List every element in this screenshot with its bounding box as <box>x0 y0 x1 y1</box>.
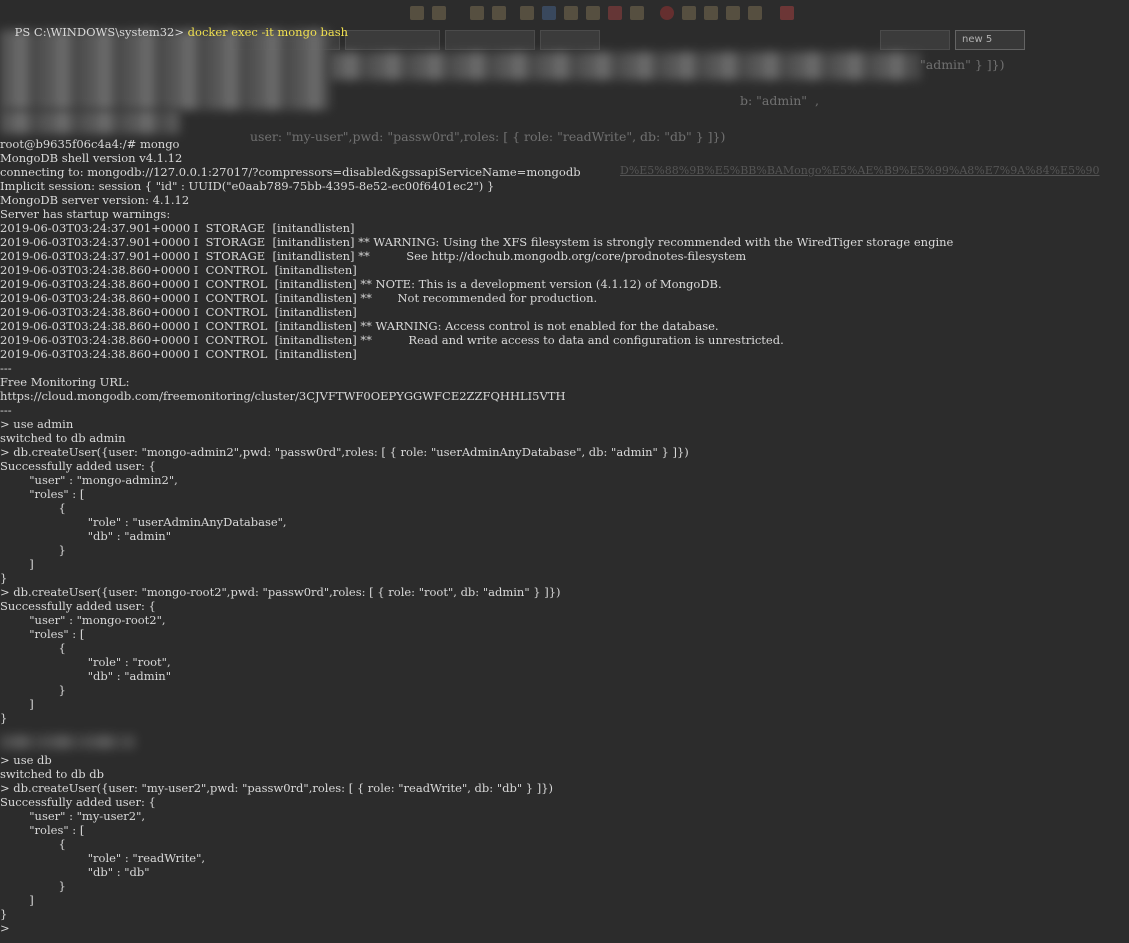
terminal-line-prompt: PS C:\WINDOWS\system32> docker exec -it … <box>0 11 348 39</box>
redacted-region <box>330 52 920 80</box>
terminal-line: 2019-06-03T03:24:37.901+0000 I STORAGE [… <box>0 235 954 249</box>
ghost-text: b: "admin" , <box>740 93 819 108</box>
terminal-line: { <box>0 641 66 655</box>
terminal-line: ] <box>0 697 34 711</box>
terminal-line: 2019-06-03T03:24:38.860+0000 I CONTROL [… <box>0 347 357 361</box>
terminal-line: 2019-06-03T03:24:37.901+0000 I STORAGE [… <box>0 221 355 235</box>
toolbar-icon <box>608 6 622 20</box>
terminal-line: 2019-06-03T03:24:38.860+0000 I CONTROL [… <box>0 333 784 347</box>
terminal-line: "role" : "readWrite", <box>0 851 206 865</box>
terminal-line: } <box>0 879 66 893</box>
tab-label: new 5 <box>962 34 993 45</box>
toolbar-icon <box>492 6 506 20</box>
redacted-region <box>0 735 135 749</box>
terminal-line: } <box>0 683 66 697</box>
toolbar-icon <box>542 6 556 20</box>
terminal-line: switched to db db <box>0 767 105 781</box>
redacted-region <box>0 30 330 110</box>
terminal-line: 2019-06-03T03:24:38.860+0000 I CONTROL [… <box>0 277 722 291</box>
terminal-line: connecting to: mongodb://127.0.0.1:27017… <box>0 165 581 179</box>
terminal-line: > db.createUser({user: "mongo-admin2",pw… <box>0 445 689 459</box>
terminal-line: > db.createUser({user: "mongo-root2",pwd… <box>0 585 561 599</box>
terminal-line: 2019-06-03T03:24:37.901+0000 I STORAGE [… <box>0 249 747 263</box>
terminal-line: ] <box>0 893 34 907</box>
toolbar-icon <box>682 6 696 20</box>
background-tab <box>880 30 950 50</box>
toolbar-icon <box>726 6 740 20</box>
background-tab <box>445 30 535 50</box>
terminal-line: --- <box>0 403 12 417</box>
ghost-url: D%E5%88%9B%E5%BB%BAMongo%E5%AE%B9%E5%99%… <box>620 164 1100 177</box>
terminal-line: "roles" : [ <box>0 487 85 501</box>
toolbar-icon <box>564 6 578 20</box>
command-text: docker exec -it mongo bash <box>187 25 349 39</box>
toolbar-icon <box>410 6 424 20</box>
terminal-line: "role" : "root", <box>0 655 171 669</box>
terminal-line: Implicit session: session { "id" : UUID(… <box>0 179 495 193</box>
terminal-line: "user" : "mongo-root2", <box>0 613 166 627</box>
terminal-line: switched to db admin <box>0 431 126 445</box>
terminal-line: --- <box>0 361 12 375</box>
background-tab <box>345 30 440 50</box>
terminal-line: MongoDB server version: 4.1.12 <box>0 193 190 207</box>
terminal-line: MongoDB shell version v4.1.12 <box>0 151 183 165</box>
terminal-line: > use admin <box>0 417 74 431</box>
terminal-line: } <box>0 571 8 585</box>
toolbar-icon <box>630 6 644 20</box>
terminal-line: 2019-06-03T03:24:38.860+0000 I CONTROL [… <box>0 263 357 277</box>
background-tab <box>540 30 600 50</box>
terminal-line: "db" : "admin" <box>0 529 172 543</box>
terminal-line: ] <box>0 557 34 571</box>
terminal-line: 2019-06-03T03:24:38.860+0000 I CONTROL [… <box>0 305 357 319</box>
ps-prompt: PS C:\WINDOWS\system32> <box>14 25 188 39</box>
terminal-line: "db" : "db" <box>0 865 150 879</box>
terminal-line: "user" : "my-user2", <box>0 809 146 823</box>
terminal-line: } <box>0 711 8 725</box>
toolbar-icon <box>520 6 534 20</box>
terminal-line: { <box>0 837 66 851</box>
terminal-line: root@b9635f06c4a4:/# mongo <box>0 137 180 151</box>
terminal-line: } <box>0 543 66 557</box>
terminal-line: "roles" : [ <box>0 627 85 641</box>
tab-new-5: new 5 <box>955 30 1025 50</box>
spellcheck-icon <box>780 6 794 20</box>
ghost-text: "admin" } ]}) <box>920 57 1005 72</box>
terminal-line: Server has startup warnings: <box>0 207 171 221</box>
terminal-line: Successfully added user: { <box>0 459 156 473</box>
terminal-line: https://cloud.mongodb.com/freemonitoring… <box>0 389 566 403</box>
terminal-line: 2019-06-03T03:24:38.860+0000 I CONTROL [… <box>0 319 719 333</box>
terminal-line: > db.createUser({user: "my-user2",pwd: "… <box>0 781 554 795</box>
terminal-line: Successfully added user: { <box>0 795 156 809</box>
toolbar-icon <box>470 6 484 20</box>
toolbar-icon <box>586 6 600 20</box>
terminal-window[interactable]: new 5 "admin" } ]}) b: "admin" , user: "… <box>0 0 1129 943</box>
toolbar-icon <box>704 6 718 20</box>
terminal-line: Successfully added user: { <box>0 599 156 613</box>
terminal-line: "user" : "mongo-admin2", <box>0 473 178 487</box>
toolbar-icon <box>748 6 762 20</box>
terminal-line: } <box>0 907 8 921</box>
terminal-line: "db" : "admin" <box>0 669 172 683</box>
terminal-line: > use db <box>0 753 52 767</box>
terminal-line: Free Monitoring URL: <box>0 375 130 389</box>
terminal-line: "roles" : [ <box>0 823 85 837</box>
record-icon <box>660 6 674 20</box>
terminal-line: > <box>0 921 10 935</box>
redacted-region <box>0 110 180 134</box>
ghost-text: user: "my-user",pwd: "passw0rd",roles: [… <box>250 129 726 144</box>
terminal-line: 2019-06-03T03:24:38.860+0000 I CONTROL [… <box>0 291 598 305</box>
terminal-line: { <box>0 501 66 515</box>
terminal-line: "role" : "userAdminAnyDatabase", <box>0 515 287 529</box>
toolbar-icon <box>432 6 446 20</box>
